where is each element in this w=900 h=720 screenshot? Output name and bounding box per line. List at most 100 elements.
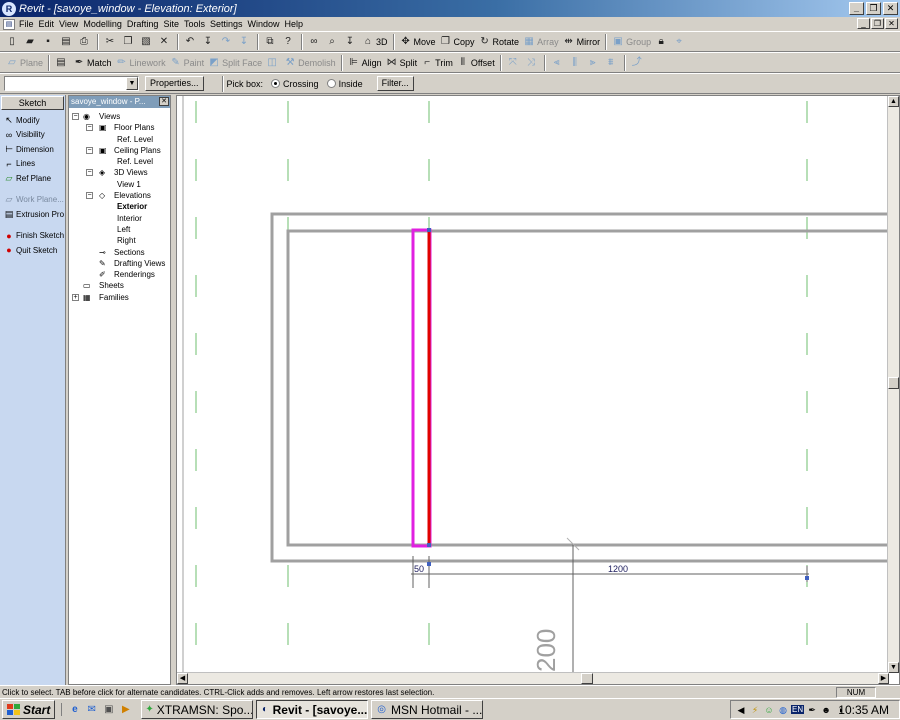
media-player-icon[interactable]: ▶	[119, 703, 132, 716]
split-button[interactable]: ⋈ Split	[384, 54, 420, 72]
menu-tools[interactable]: Tools	[184, 19, 210, 29]
close-button[interactable]: ✕	[883, 2, 898, 15]
filter-button[interactable]: Filter...	[376, 76, 414, 91]
tree-node-floor-ref-level[interactable]: Ref. Level	[69, 134, 170, 145]
save-all-button[interactable]: ▤	[58, 33, 76, 51]
redo-list-button[interactable]: ↧	[236, 33, 254, 51]
rotate-button[interactable]: ↻ Rotate	[477, 33, 522, 51]
unlock-dim-button[interactable]: ⤨	[523, 54, 541, 72]
type-selector[interactable]: ▼	[4, 76, 139, 91]
dimension-grip[interactable]	[805, 576, 809, 580]
undo-button[interactable]: ↶	[182, 33, 200, 51]
lock-dim-button[interactable]: ⤧	[505, 54, 523, 72]
collapse-icon[interactable]: −	[86, 146, 93, 154]
align-button[interactable]: ⊫ Align	[346, 54, 384, 72]
lock-button[interactable]: 🔒︎	[653, 33, 671, 51]
collapse-icon[interactable]: −	[86, 169, 93, 177]
language-indicator[interactable]: EN	[791, 705, 805, 714]
properties-button[interactable]: Properties...	[145, 76, 204, 91]
task-xtramsn[interactable]: ✦ XTRAMSN: Spo...	[141, 700, 254, 719]
outlook-express-icon[interactable]: ✉	[85, 703, 98, 716]
task-msn-hotmail[interactable]: ◎ MSN Hotmail - ...	[371, 700, 484, 719]
align-right-button[interactable]: ⫸	[585, 54, 603, 72]
tree-node-view-1[interactable]: View 1	[69, 179, 170, 190]
sketch-endpoint-grip[interactable]	[427, 543, 431, 547]
menu-view[interactable]: View	[59, 19, 83, 29]
tile-button[interactable]: ⧉	[262, 33, 280, 51]
redo-button[interactable]: ↷	[218, 33, 236, 51]
menu-edit[interactable]: Edit	[39, 19, 60, 29]
globe-icon[interactable]: ◍	[777, 704, 789, 716]
tree-node-families[interactable]: + ▦ Families	[69, 292, 170, 303]
tree-node-sections[interactable]: ⊸ Sections	[69, 247, 170, 258]
modify-tool[interactable]: ↖ Modify	[0, 113, 65, 128]
drawing-area[interactable]: 50 1200 200 ▲ ▼ ◀ ▶	[176, 95, 900, 685]
paint-button[interactable]: ✎ Paint	[168, 54, 207, 72]
trim-button[interactable]: ⌐ Trim	[419, 54, 455, 72]
inside-radio[interactable]	[326, 79, 336, 88]
print-button[interactable]: ⎙	[76, 33, 94, 51]
copy-button[interactable]: ❐ Copy	[438, 33, 477, 51]
properties-tool-button[interactable]: ▤	[53, 54, 71, 72]
minimize-button[interactable]: _	[849, 2, 864, 15]
horizontal-scrollbar[interactable]: ◀ ▶	[177, 672, 889, 684]
doc-minimize-button[interactable]: _	[857, 18, 870, 29]
crossing-radio[interactable]	[271, 79, 281, 88]
tree-node-right[interactable]: Right	[69, 235, 170, 246]
tree-node-left[interactable]: Left	[69, 224, 170, 235]
plane-button[interactable]: ▱ Plane	[4, 54, 45, 72]
delete-button[interactable]: ✕	[156, 33, 174, 51]
menu-settings[interactable]: Settings	[210, 19, 248, 29]
doc-restore-button[interactable]: ❐	[871, 18, 884, 29]
dimension-grip[interactable]	[427, 562, 431, 566]
save-button[interactable]: ▪	[40, 33, 58, 51]
elevation-view[interactable]: 50 1200 200	[177, 96, 889, 673]
finish-sketch-tool[interactable]: ● Finish Sketch	[0, 229, 65, 244]
move-button[interactable]: ✥ Move	[398, 33, 438, 51]
scroll-left-icon[interactable]: ◀	[177, 673, 188, 684]
dimension-text-50[interactable]: 50	[414, 564, 424, 574]
scroll-down-icon[interactable]: ▼	[888, 662, 899, 673]
desktop-icon[interactable]: ▣	[102, 703, 115, 716]
zoom-list-button[interactable]: ↧	[342, 33, 360, 51]
maximize-button[interactable]: ❐	[866, 2, 881, 15]
vertical-scrollbar[interactable]: ▲ ▼	[887, 96, 899, 673]
tree-node-elevations[interactable]: − ◇ Elevations	[69, 190, 170, 201]
array-button[interactable]: ▦ Array	[521, 33, 561, 51]
cut-geometry-button[interactable]: ◫	[264, 54, 282, 72]
dimension-text-1200[interactable]: 1200	[608, 564, 628, 574]
split-face-button[interactable]: ◩ Split Face	[206, 54, 264, 72]
scroll-thumb[interactable]	[581, 673, 593, 684]
collapse-icon[interactable]: −	[86, 124, 93, 132]
start-button[interactable]: Start	[2, 700, 56, 719]
tree-node-ceiling-ref-level[interactable]: Ref. Level	[69, 156, 170, 167]
tree-node-interior[interactable]: Interior	[69, 213, 170, 224]
group-button[interactable]: ▣ Group	[610, 33, 653, 51]
unpin-button[interactable]: ⌖	[671, 33, 689, 51]
copy-clip-button[interactable]: ❐	[120, 33, 138, 51]
inner-frame-outline[interactable]	[286, 229, 889, 547]
expand-icon[interactable]: +	[72, 293, 79, 301]
close-icon[interactable]: ✕	[159, 97, 169, 106]
new-button[interactable]: ▯	[4, 33, 22, 51]
match-button[interactable]: ✒ Match	[71, 54, 114, 72]
tree-node-renderings[interactable]: ✐ Renderings	[69, 269, 170, 280]
quit-sketch-tool[interactable]: ● Quit Sketch	[0, 243, 65, 258]
doc-close-button[interactable]: ✕	[885, 18, 898, 29]
tree-node-ceiling-plans[interactable]: − ▣ Ceiling Plans	[69, 145, 170, 156]
revit-logo-icon[interactable]: R	[2, 1, 16, 16]
visibility-tool[interactable]: ∞ Visibility	[0, 128, 65, 143]
tree-node-sheets[interactable]: ▭ Sheets	[69, 280, 170, 291]
chevron-down-icon[interactable]: ▼	[126, 77, 138, 90]
ink-icon[interactable]: ✒	[806, 704, 818, 716]
mirror-button[interactable]: ⇹ Mirror	[561, 33, 603, 51]
demolish-button[interactable]: ⚒ Demolish	[282, 54, 338, 72]
dimension-tool[interactable]: ⊢ Dimension	[0, 142, 65, 157]
menu-window[interactable]: Window	[248, 19, 285, 29]
align-center-button[interactable]: ⫼	[567, 54, 585, 72]
network-icon[interactable]: ⚡	[749, 704, 761, 716]
dimension-text-200[interactable]: 200	[531, 629, 561, 672]
menu-help[interactable]: Help	[285, 19, 309, 29]
paste-button[interactable]: ▧	[138, 33, 156, 51]
distribute-button[interactable]: ⩩	[603, 54, 621, 72]
